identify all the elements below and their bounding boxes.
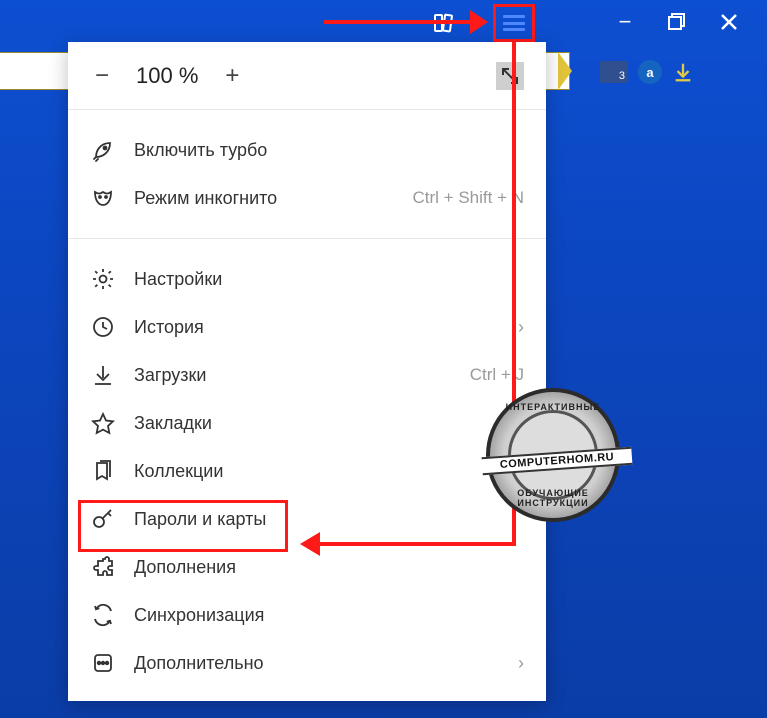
downloads-toolbar-icon[interactable] (672, 61, 694, 83)
menu-item-incognito[interactable]: Режим инкогнито Ctrl + Shift + N (68, 174, 546, 222)
stamp-ring-bottom: ОБУЧАЮЩИЕ ИНСТРУКЦИИ (490, 488, 616, 508)
puzzle-icon (90, 554, 116, 580)
menu-label: Закладки (134, 413, 524, 434)
menu-item-bookmarks[interactable]: Закладки (68, 399, 546, 447)
download-icon (90, 362, 116, 388)
menu-label: Дополнения (134, 557, 524, 578)
star-icon (90, 410, 116, 436)
menu-item-more[interactable]: Дополнительно › (68, 639, 546, 687)
fullscreen-button[interactable] (496, 62, 524, 90)
menu-label: Пароли и карты (134, 509, 524, 530)
menu-label: Синхронизация (134, 605, 524, 626)
fullscreen-icon (501, 67, 519, 85)
menu-item-history[interactable]: История › (68, 303, 546, 351)
annotation-arrow-head-left (300, 532, 320, 556)
zoom-in-button[interactable]: + (220, 62, 244, 90)
annotation-arrow-bottom (318, 542, 516, 546)
mask-icon (90, 185, 116, 211)
a-extension-icon[interactable]: a (638, 60, 662, 84)
rocket-icon (90, 137, 116, 163)
stamp-ring-top: ИНТЕРАКТИВНЫЕ (490, 402, 616, 412)
menu-item-settings[interactable]: Настройки (68, 255, 546, 303)
close-button[interactable] (717, 10, 741, 34)
menu-label: Настройки (134, 269, 524, 290)
menu-label: История (134, 317, 500, 338)
sync-icon (90, 602, 116, 628)
menu-shortcut: Ctrl + Shift + N (413, 188, 524, 208)
menu-label: Дополнительно (134, 653, 500, 674)
key-icon (90, 506, 116, 532)
main-menu-panel: − 100 % + Включить турбо Режим инкогнито… (68, 42, 546, 701)
annotation-arrow-top (324, 10, 488, 34)
menu-item-turbo[interactable]: Включить турбо (68, 126, 546, 174)
close-icon (721, 14, 737, 30)
restore-icon (668, 13, 686, 31)
menu-label: Загрузки (134, 365, 452, 386)
watermark-stamp: ИНТЕРАКТИВНЫЕ COMPUTERHOM.RU ОБУЧАЮЩИЕ И… (486, 388, 620, 522)
extension-icons: 3 a (600, 60, 694, 84)
chevron-right-icon: › (518, 317, 524, 338)
menu-item-downloads[interactable]: Загрузки Ctrl + J (68, 351, 546, 399)
collections-icon (90, 458, 116, 484)
maximize-button[interactable] (665, 10, 689, 34)
hamburger-icon (503, 15, 525, 31)
gear-icon (90, 266, 116, 292)
menu-item-collections[interactable]: Коллекции (68, 447, 546, 495)
menu-label: Режим инкогнито (134, 188, 395, 209)
clock-icon (90, 314, 116, 340)
menu-label: Включить турбо (134, 140, 524, 161)
menu-item-sync[interactable]: Синхронизация (68, 591, 546, 639)
address-bar-notch (558, 52, 572, 90)
zoom-out-button[interactable]: − (90, 62, 114, 90)
mail-extension-icon[interactable]: 3 (600, 61, 628, 83)
zoom-row: − 100 % + (68, 42, 546, 110)
more-icon (90, 650, 116, 676)
main-menu-button[interactable] (493, 4, 535, 42)
zoom-value: 100 % (136, 63, 198, 89)
minimize-button[interactable]: − (613, 10, 637, 34)
menu-label: Коллекции (134, 461, 524, 482)
chevron-right-icon: › (518, 653, 524, 674)
